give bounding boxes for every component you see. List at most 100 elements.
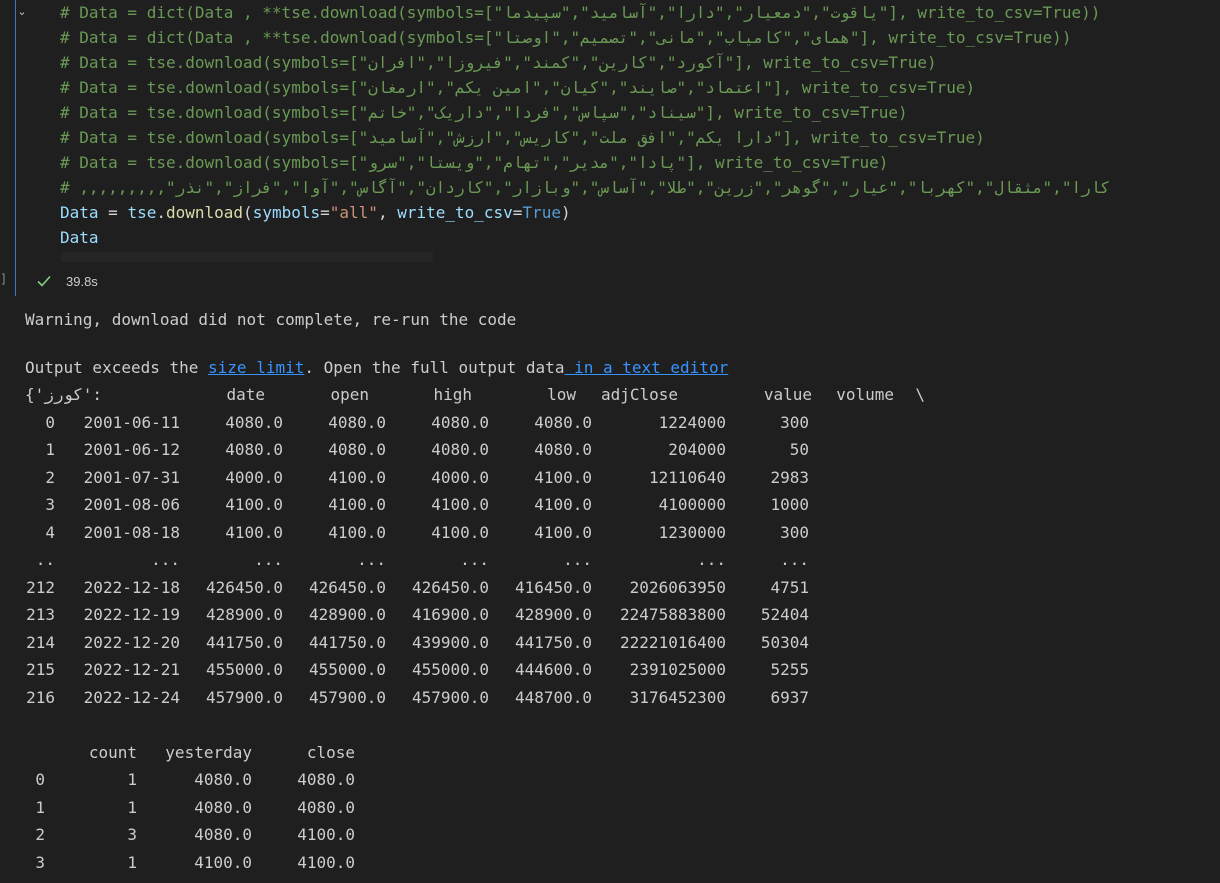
horizontal-scrollbar[interactable] — [61, 252, 433, 262]
table-cell: 4100.0 — [328, 522, 386, 542]
column-header: yesterday — [165, 742, 252, 762]
table-cell: 2001-07-31 — [83, 467, 180, 487]
chevron-down-icon[interactable]: ⌄ — [16, 6, 28, 18]
table-cell: 439900.0 — [411, 632, 489, 652]
table-cell: 4080.0 — [225, 412, 283, 432]
table-cell: 50304 — [760, 632, 809, 652]
table-cell: 2001-08-18 — [83, 522, 180, 542]
table-cell: 4100.0 — [534, 495, 592, 514]
table-cell: ... — [460, 550, 489, 569]
table-cell: 455000.0 — [205, 660, 283, 679]
table-cell: 4080.0 — [225, 440, 283, 459]
table-cell: 2022-12-18 — [83, 577, 180, 597]
code-token-operator: = — [512, 203, 523, 222]
table-cell: 2001-08-06 — [83, 495, 180, 514]
column-header: high — [433, 385, 472, 404]
table-cell: 416900.0 — [411, 605, 489, 624]
dict-key-label: {'کورز': — [25, 385, 103, 404]
table-cell: ... — [254, 550, 283, 569]
table-cell: 441750.0 — [308, 632, 386, 652]
code-token-paren: ( — [243, 203, 253, 222]
truncation-text: . Open the full output data — [304, 357, 565, 377]
table-cell: 4100.0 — [534, 522, 592, 542]
table-cell: 1000 — [770, 495, 809, 514]
text-editor-link[interactable]: in a text editor — [564, 358, 728, 377]
table-cell: 457900.0 — [205, 687, 283, 707]
table-cell: 4751 — [770, 577, 809, 597]
row-index: 214 — [26, 632, 55, 652]
row-index: 3 — [35, 852, 45, 872]
table-cell: 4100.0 — [297, 825, 355, 844]
table-cell: 4080.0 — [297, 797, 355, 817]
table-cell: 4100.0 — [225, 522, 283, 542]
code-token-string: "all" — [329, 203, 378, 222]
table-cell: 426450.0 — [308, 577, 386, 597]
execution-status: 39.8s — [36, 268, 98, 294]
table-cell: 428900.0 — [308, 605, 386, 624]
code-line-comment: # Data = dict(Data , **tse.download(symb… — [60, 3, 1101, 22]
column-header: adjClose — [600, 385, 678, 404]
code-token-comma: , — [377, 203, 398, 222]
table-cell: 4080.0 — [431, 412, 489, 432]
size-limit-link[interactable]: size limit — [208, 358, 304, 377]
table-cell: 4100.0 — [534, 467, 592, 487]
column-header: \ — [915, 385, 925, 404]
check-icon — [36, 273, 52, 289]
code-token-operator: = — [320, 203, 330, 222]
table-cell: 441750.0 — [514, 632, 592, 652]
column-header: close — [306, 742, 355, 762]
code-token-function: download — [165, 203, 244, 222]
table-cell: 3 — [127, 825, 137, 844]
table-cell: 2022-12-24 — [83, 687, 180, 707]
table-cell: 4100.0 — [297, 852, 355, 872]
table-row: 3 1 4100.0 4100.0 — [25, 849, 1215, 877]
row-index: 2 — [35, 825, 45, 844]
table-row: 216 2022-12-24 457900.0 457900.0 457900.0 448… — [25, 684, 1215, 712]
code-token-dot: . — [156, 203, 166, 222]
table-cell: 22221016400 — [620, 632, 726, 652]
code-token-keyword-arg: symbols — [252, 203, 321, 222]
row-index: 2 — [45, 467, 55, 487]
table-cell: 2983 — [770, 467, 809, 487]
code-line-comment: # Data = tse.download(symbols=["پادا","م… — [60, 153, 889, 172]
table-cell: ... — [780, 550, 809, 569]
table-cell: 457900.0 — [411, 687, 489, 707]
dataframe-table-1: {'کورز': date open high low adjClose value volu… — [25, 381, 1215, 711]
code-token-paren: ) — [560, 203, 571, 222]
table-cell: 2022-12-21 — [83, 660, 180, 679]
row-index: 215 — [26, 660, 55, 679]
table-cell: 2022-12-19 — [83, 605, 180, 624]
table-cell: 4080.0 — [328, 412, 386, 432]
table-cell: 455000.0 — [308, 660, 386, 679]
table-cell: 4080.0 — [431, 440, 489, 459]
table-cell: 300 — [780, 412, 809, 432]
table-cell: 455000.0 — [411, 660, 489, 679]
row-index: 0 — [35, 770, 45, 789]
table-cell: 4080.0 — [297, 770, 355, 789]
table-cell: 2001-06-11 — [83, 412, 180, 432]
table-cell: 2022-12-20 — [83, 632, 180, 652]
code-token-keyword-arg: write_to_csv — [397, 203, 513, 222]
table-cell: ... — [697, 550, 726, 569]
table-row: 0 1 4080.0 4080.0 — [25, 766, 1215, 794]
table-cell: 2001-06-12 — [83, 440, 180, 459]
table-cell: 52404 — [760, 605, 809, 624]
table-row: ....................... — [25, 546, 1215, 574]
code-editor[interactable]: # Data = dict(Data , **tse.download(symb… — [60, 0, 1220, 250]
code-cell[interactable]: ⌄ # Data = dict(Data , **tse.download(sy… — [15, 0, 1220, 296]
table-cell: 426450.0 — [411, 577, 489, 597]
execution-time: 39.8s — [66, 273, 98, 289]
table-cell: 12110640 — [648, 467, 726, 487]
table-cell: ... — [357, 550, 386, 569]
code-line-comment: # Data = tse.download(symbols=["سیناد","… — [60, 103, 908, 122]
table-row: 212 2022-12-18 426450.0 426450.0 426450.0 416… — [25, 574, 1215, 602]
table-cell: 4080.0 — [534, 440, 592, 459]
table-cell: 441750.0 — [205, 632, 283, 652]
column-header: value — [763, 385, 812, 404]
dataframe-table-2: count yesterday close 0 1 4080.0 4080.0 1 1 4080.… — [25, 739, 1215, 877]
column-header: volume — [836, 385, 894, 404]
table-cell: 416450.0 — [514, 577, 592, 597]
row-index: 216 — [26, 687, 55, 707]
table-cell: 444600.0 — [514, 660, 592, 679]
table-cell: 428900.0 — [514, 605, 592, 624]
